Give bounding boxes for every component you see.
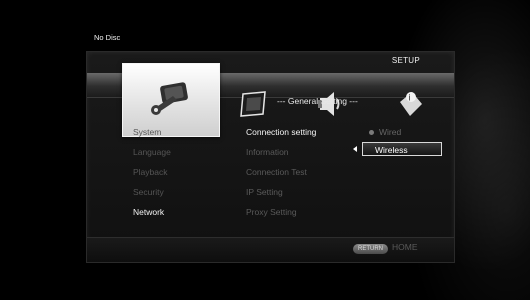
network-items-menu: Connection setting Information Connectio… — [246, 122, 316, 222]
left-arrow-icon — [353, 146, 357, 152]
option-wireless-label: Wireless — [375, 145, 408, 155]
category-network[interactable]: Network — [133, 202, 171, 222]
category-security[interactable]: Security — [133, 182, 171, 202]
setup-panel: SETUP i --- General Setting --- System L… — [86, 51, 455, 263]
info-icon[interactable]: i — [394, 88, 426, 120]
item-ip-setting[interactable]: IP Setting — [246, 182, 316, 202]
radio-dot-icon — [369, 130, 374, 136]
item-connection-test[interactable]: Connection Test — [246, 162, 316, 182]
category-menu: System Language Playback Security Networ… — [133, 122, 171, 222]
setup-title: SETUP — [391, 56, 420, 65]
category-system[interactable]: System — [133, 122, 171, 142]
wrench-settings-icon — [151, 82, 188, 115]
svg-text:i: i — [409, 93, 411, 103]
item-connection-setting[interactable]: Connection setting — [246, 122, 316, 142]
item-information[interactable]: Information — [246, 142, 316, 162]
category-language[interactable]: Language — [133, 142, 171, 162]
category-playback[interactable]: Playback — [133, 162, 171, 182]
return-button[interactable]: RETURN — [353, 244, 388, 254]
tab-strip: i — [87, 63, 454, 137]
disc-status: No Disc — [94, 33, 121, 42]
option-wireless[interactable]: Wireless — [362, 142, 442, 156]
section-header: --- General Setting --- — [277, 96, 358, 106]
option-wired[interactable]: Wired — [369, 122, 401, 142]
display-panel-icon[interactable] — [237, 90, 269, 118]
item-proxy-setting[interactable]: Proxy Setting — [246, 202, 316, 222]
option-wired-label: Wired — [379, 127, 402, 137]
home-label: HOME — [392, 242, 418, 252]
